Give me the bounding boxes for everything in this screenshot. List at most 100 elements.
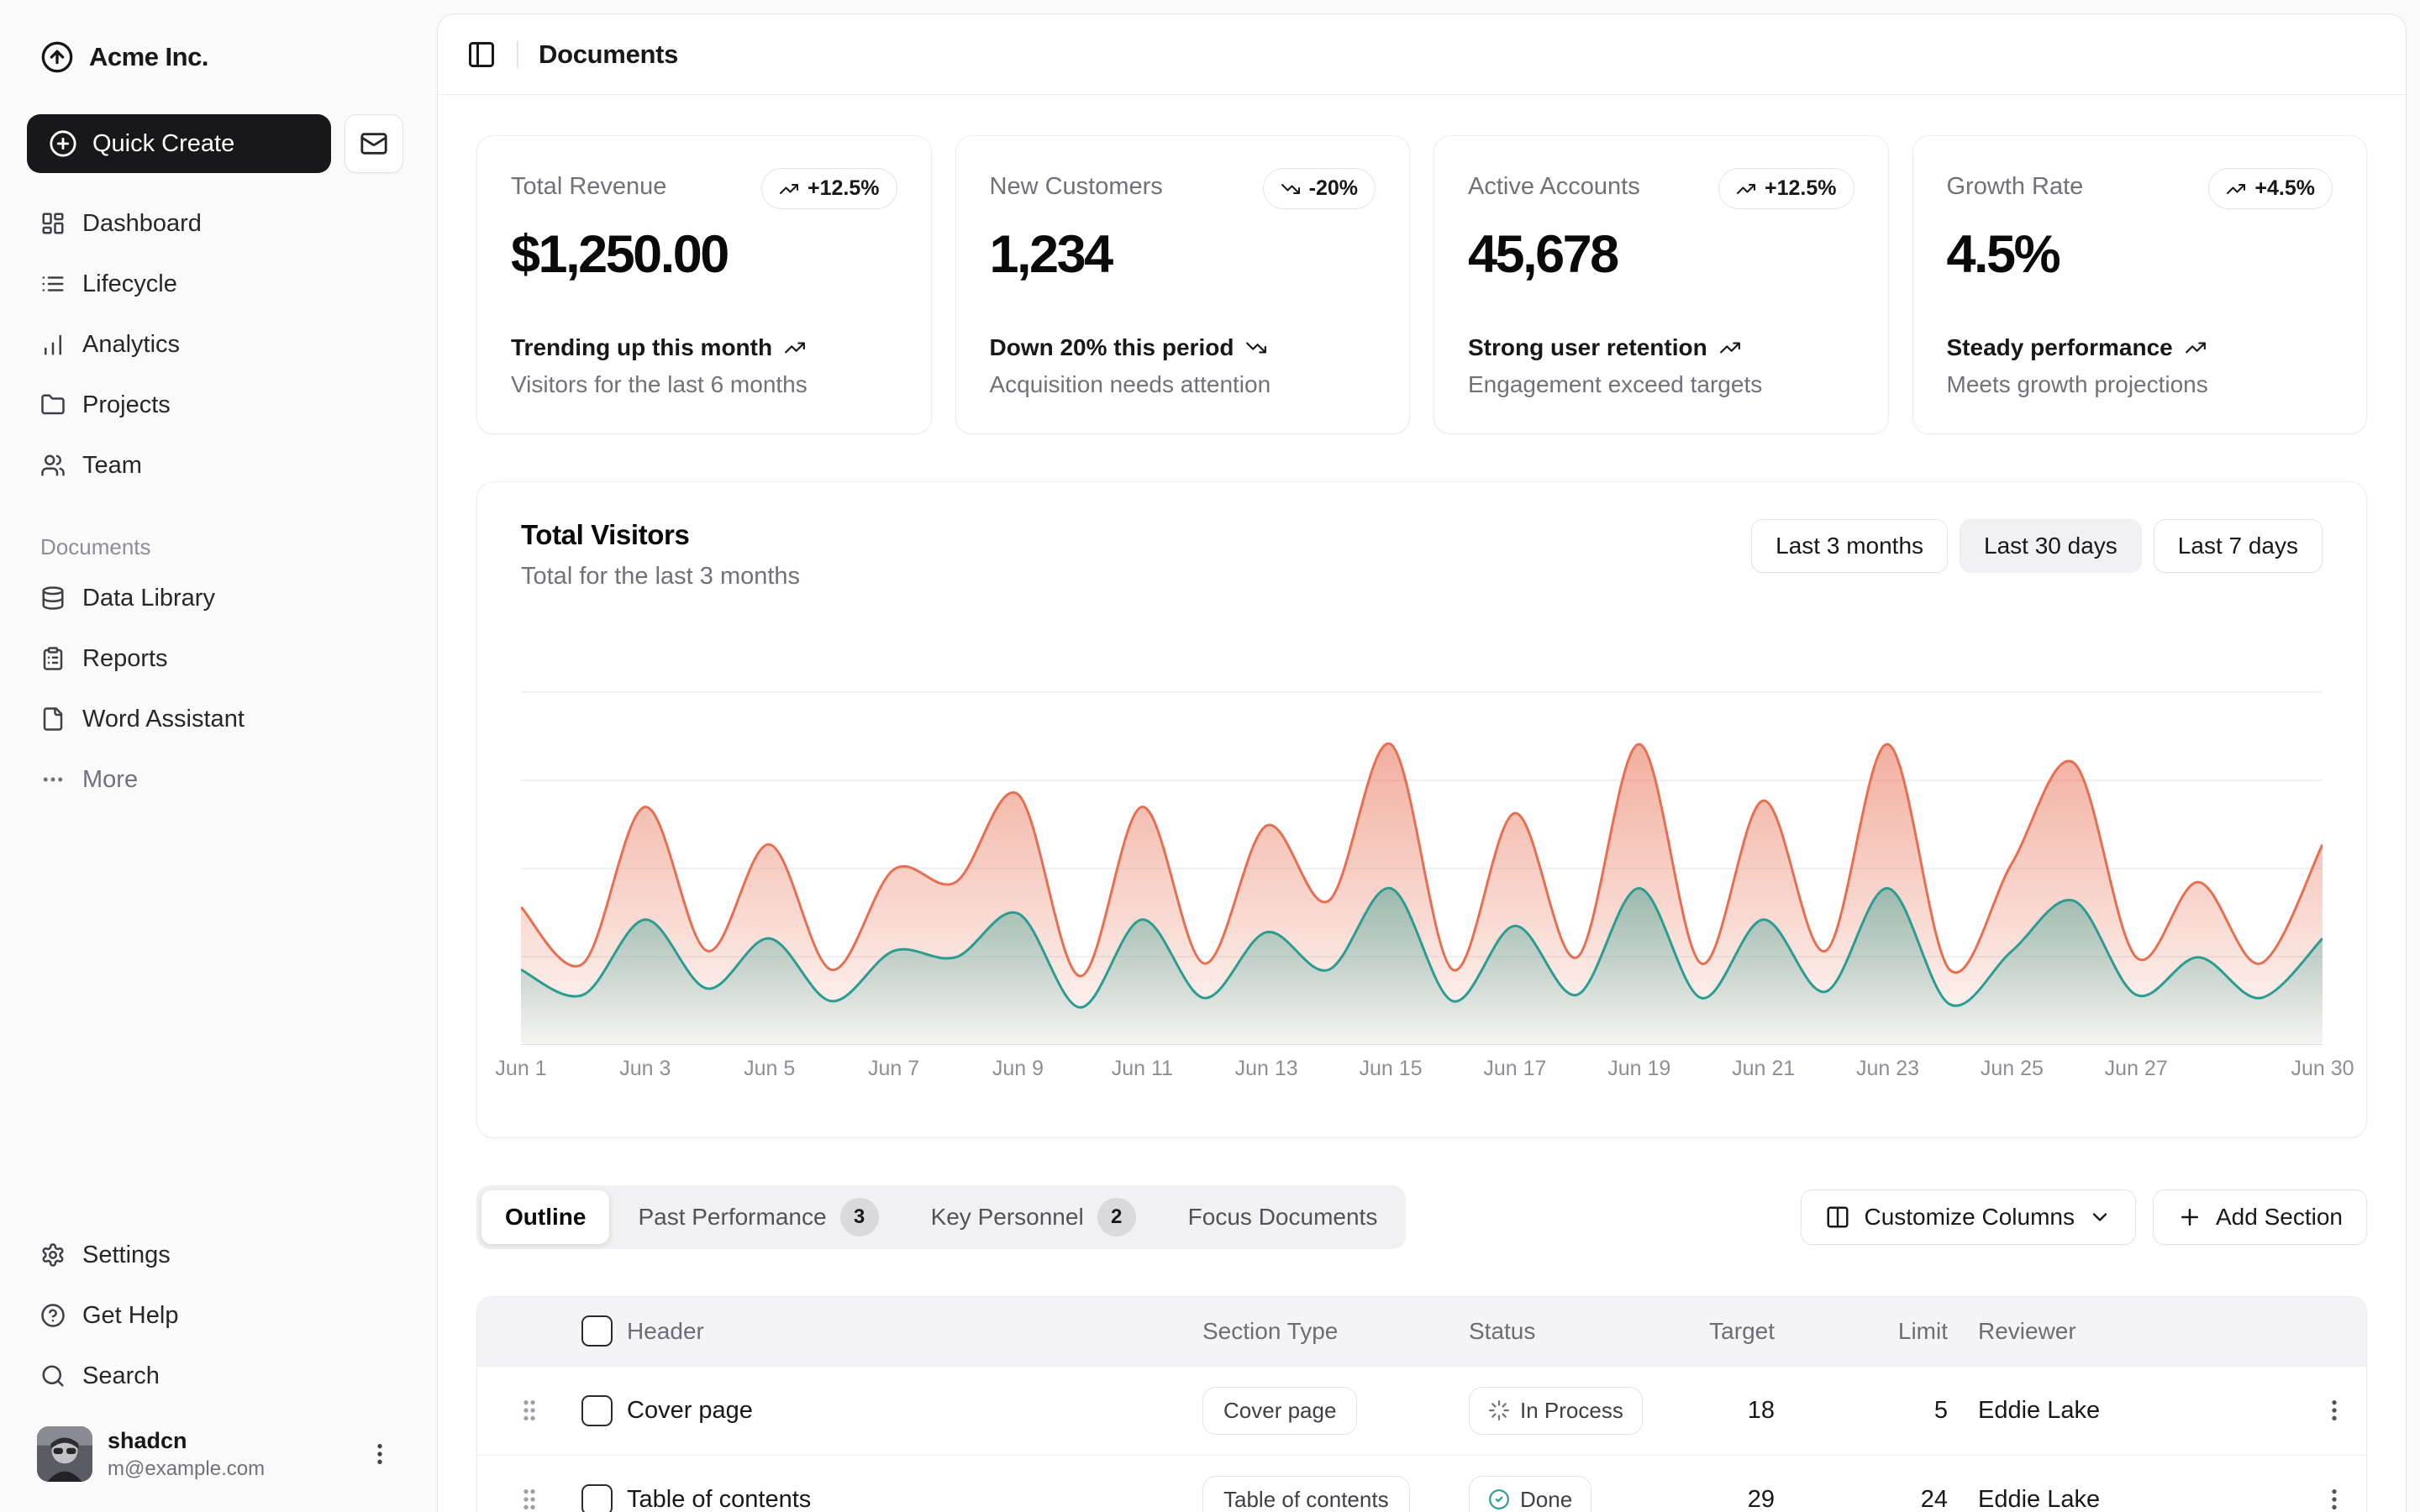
x-tick: Jun 23 <box>1856 1057 1919 1081</box>
sidebar-item-get-help[interactable]: Get Help <box>27 1289 403 1342</box>
row-actions-kebab[interactable] <box>2299 1486 2367 1512</box>
list-icon <box>40 271 66 297</box>
stat-card-active-accounts: Active Accounts +12.5% 45,678 Strong use… <box>1434 135 1889 434</box>
sidebar-item-analytics[interactable]: Analytics <box>27 318 403 371</box>
settings-icon <box>40 1242 66 1268</box>
limit-cell[interactable]: 24 <box>1833 1455 1956 1512</box>
trending-up-icon <box>779 179 799 199</box>
trending-up-icon <box>784 337 806 359</box>
reviewer-cell[interactable]: Eddie Lake <box>1956 1455 2299 1512</box>
avatar <box>37 1426 92 1482</box>
tab-past-performance[interactable]: Past Performance3 <box>614 1190 902 1244</box>
brand-name: Acme Inc. <box>89 42 208 72</box>
row-header-cell[interactable]: Table of contents <box>627 1455 1202 1512</box>
limit-cell[interactable]: 5 <box>1833 1366 1956 1455</box>
chart-subtitle: Total for the last 3 months <box>521 563 800 591</box>
trend-badge: +4.5% <box>2208 168 2333 209</box>
ellipsis-vertical-icon <box>366 1441 393 1467</box>
clipboard-icon <box>40 646 66 671</box>
sidebar-item-search[interactable]: Search <box>27 1349 403 1403</box>
x-tick: Jun 5 <box>744 1057 795 1081</box>
page-header: Documents <box>438 14 2406 95</box>
stat-cards: Total Revenue +12.5% $1,250.00 Trending … <box>476 135 2367 434</box>
loader-icon <box>1488 1399 1510 1421</box>
chevron-down-icon <box>2088 1205 2112 1229</box>
tab-key-personnel[interactable]: Key Personnel2 <box>908 1190 1160 1244</box>
sidebar-item-projects[interactable]: Projects <box>27 378 403 432</box>
x-tick: Jun 19 <box>1607 1057 1670 1081</box>
stat-card-value: 45,678 <box>1468 224 1854 285</box>
stat-card-footer-title: Down 20% this period <box>990 334 1376 361</box>
row-header-cell[interactable]: Cover page <box>627 1366 1202 1455</box>
quick-create-button[interactable]: Quick Create <box>27 114 331 173</box>
stat-card-footer-desc: Engagement exceed targets <box>1468 371 1854 398</box>
mail-icon <box>360 129 388 158</box>
plus-icon <box>2177 1205 2202 1230</box>
sidebar-item-team[interactable]: Team <box>27 438 403 492</box>
select-all-checkbox[interactable] <box>581 1315 613 1347</box>
target-cell[interactable]: 29 <box>1707 1455 1833 1512</box>
add-section-button[interactable]: Add Section <box>2153 1189 2367 1245</box>
plus-circle-icon <box>49 129 77 158</box>
drag-handle[interactable] <box>477 1397 581 1424</box>
section-type-badge: Table of contents <box>1202 1476 1410 1512</box>
user-name: shadcn <box>108 1428 351 1454</box>
col-section-type: Section Type <box>1202 1297 1469 1366</box>
row-checkbox[interactable] <box>581 1395 613 1426</box>
trend-badge: +12.5% <box>761 168 897 209</box>
trend-badge: +12.5% <box>1718 168 1854 209</box>
stat-card-value: $1,250.00 <box>511 224 897 285</box>
table-body: Cover page Cover page In Process 18 5 Ed… <box>477 1366 2367 1512</box>
database-icon <box>40 585 66 611</box>
sidebar-item-settings[interactable]: Settings <box>27 1228 403 1282</box>
sidebar-nav-footer: Settings Get Help Search <box>27 1228 403 1403</box>
stat-card-growth-rate: Growth Rate +4.5% 4.5% Steady performanc… <box>1912 135 2368 434</box>
tab-focus-documents[interactable]: Focus Documents <box>1165 1190 1402 1244</box>
inbox-button[interactable] <box>345 114 403 173</box>
grip-vertical-icon <box>516 1486 543 1512</box>
stat-card-label: Growth Rate <box>1947 168 2084 201</box>
user-menu-kebab-icon[interactable] <box>366 1441 393 1467</box>
tab-outline[interactable]: Outline <box>481 1190 609 1244</box>
quick-create-label: Quick Create <box>92 130 234 158</box>
trending-up-icon <box>2185 337 2207 359</box>
reviewer-cell[interactable]: Eddie Lake <box>1956 1366 2299 1455</box>
sidebar-item-word-assistant[interactable]: Word Assistant <box>27 692 403 746</box>
plus-icon <box>2177 1205 2202 1230</box>
sidebar-toggle-button[interactable] <box>466 39 497 70</box>
user-email: m@example.com <box>108 1457 351 1481</box>
row-checkbox[interactable] <box>581 1484 613 1512</box>
circle-check-icon <box>1488 1488 1510 1510</box>
brand[interactable]: Acme Inc. <box>27 34 403 81</box>
tab-count-badge: 3 <box>840 1198 879 1236</box>
x-tick: Jun 27 <box>2105 1057 2168 1081</box>
range-button-last-7-days[interactable]: Last 7 days <box>2154 519 2323 573</box>
stat-card-footer-title: Strong user retention <box>1468 334 1854 361</box>
help-icon <box>40 1303 66 1328</box>
customize-columns-button[interactable]: Customize Columns <box>1801 1189 2136 1245</box>
sidebar-item-reports[interactable]: Reports <box>27 632 403 685</box>
sidebar-item-more[interactable]: More <box>27 753 403 806</box>
col-limit: Limit <box>1833 1297 1956 1366</box>
chart-title: Total Visitors <box>521 519 800 551</box>
sidebar-item-data-library[interactable]: Data Library <box>27 571 403 625</box>
drag-handle[interactable] <box>477 1486 581 1512</box>
section-type-badge: Cover page <box>1202 1387 1357 1435</box>
target-cell[interactable]: 18 <box>1707 1366 1833 1455</box>
range-button-last-3-months[interactable]: Last 3 months <box>1751 519 1948 573</box>
stat-card-new-customers: New Customers -20% 1,234 Down 20% this p… <box>955 135 1411 434</box>
tab-count-badge: 2 <box>1097 1198 1136 1236</box>
sidebar-item-dashboard[interactable]: Dashboard <box>27 197 403 250</box>
sidebar-item-lifecycle[interactable]: Lifecycle <box>27 257 403 311</box>
circle-plus-icon <box>49 129 77 158</box>
table-row-table-of-contents: Table of contents Table of contents Done… <box>477 1455 2367 1512</box>
x-tick: Jun 1 <box>495 1057 546 1081</box>
stat-card-footer-desc: Meets growth projections <box>1947 371 2333 398</box>
columns-icon <box>1825 1205 1850 1230</box>
range-button-last-30-days[interactable]: Last 30 days <box>1960 519 2142 573</box>
mail-icon <box>360 129 388 158</box>
trend-badge: -20% <box>1263 168 1376 209</box>
panel-left-icon <box>466 39 497 70</box>
user-menu[interactable]: shadcn m@example.com <box>27 1420 403 1488</box>
row-actions-kebab[interactable] <box>2299 1397 2367 1424</box>
